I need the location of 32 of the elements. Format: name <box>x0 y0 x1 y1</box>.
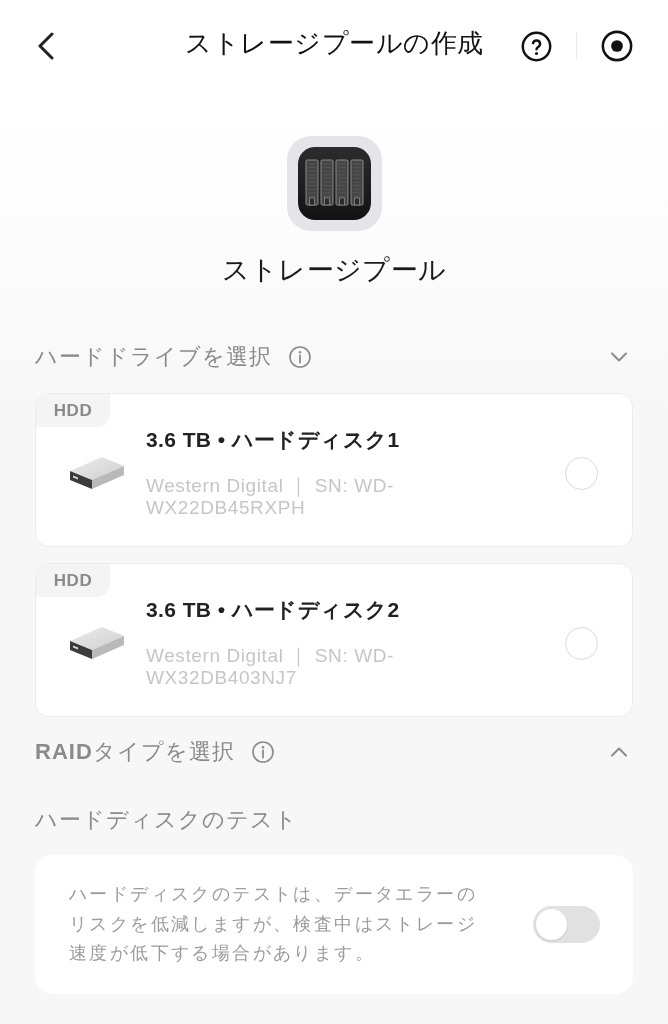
section-title: ハードディスクのテスト <box>35 806 298 834</box>
hard-drive-icon <box>69 624 125 662</box>
page-title: ストレージプールの作成 <box>185 26 484 60</box>
record-icon <box>601 30 633 62</box>
storage-pool-icon <box>286 136 382 231</box>
hard-drive-icon <box>69 454 125 492</box>
drive-card[interactable]: HDD 3.6 TB • ハードディスク2 Western Digital ｜ SN: WD-WX32DB403NJ7 <box>35 563 633 717</box>
expand-button[interactable] <box>610 746 628 758</box>
drive-type-tag: HDD <box>36 394 110 427</box>
info-icon[interactable] <box>289 346 311 368</box>
record-button[interactable] <box>601 30 633 62</box>
radio-button[interactable] <box>565 456 598 490</box>
radio-button[interactable] <box>565 626 598 660</box>
info-icon[interactable] <box>251 741 274 763</box>
disk-test-description: ハードディスクのテストは、データエラーのリスクを低減しますが、検査中はストレージ速度が低下する場合があります。 <box>69 883 478 965</box>
help-icon <box>521 30 552 62</box>
back-button[interactable] <box>36 32 56 60</box>
section-title: ハードドライブを選択 <box>35 343 272 371</box>
toggle-switch[interactable] <box>533 905 600 943</box>
back-icon <box>36 32 56 60</box>
drive-title: 3.6 TB • ハードディスク1 <box>146 427 400 453</box>
drive-card[interactable]: HDD 3.6 TB • ハードディスク1 Western Digital ｜ SN: WD-WX22DB45RXPH <box>35 393 633 547</box>
expand-button[interactable] <box>610 351 628 363</box>
drive-details: Western Digital ｜ SN: WD-WX32DB403NJ7 <box>146 645 395 689</box>
drive-title: 3.6 TB • ハードディスク2 <box>146 597 400 623</box>
drive-type-tag: HDD <box>36 564 110 597</box>
chevron-up-icon <box>610 746 628 758</box>
drive-details: Western Digital ｜ SN: WD-WX22DB45RXPH <box>146 475 395 519</box>
section-title: RAIDタイプを選択 <box>35 738 235 766</box>
help-button[interactable] <box>521 30 552 62</box>
chevron-down-icon <box>610 351 628 363</box>
pool-name: ストレージプール <box>221 254 447 287</box>
